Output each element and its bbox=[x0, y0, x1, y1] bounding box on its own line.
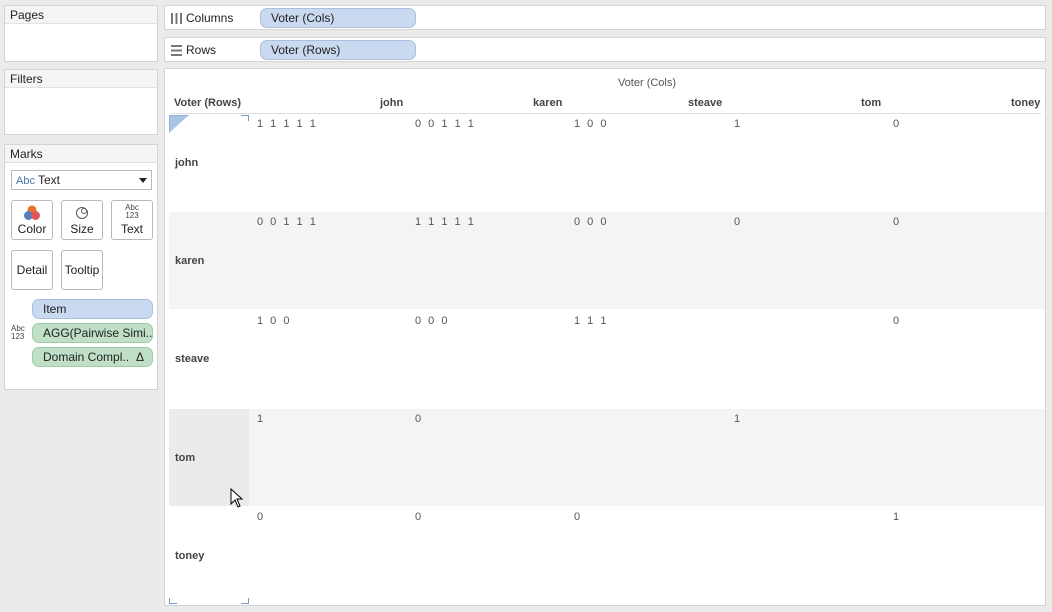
pairwise-similarity-card[interactable]: AGG(Pairwise Simi.. bbox=[32, 323, 153, 343]
row-label-john[interactable]: john bbox=[175, 157, 198, 169]
cell-karen-steave[interactable]: 0 0 0 bbox=[574, 216, 606, 228]
cell-toney-john[interactable]: 0 bbox=[257, 511, 263, 523]
cell-steave-john[interactable]: 1 0 0 bbox=[257, 315, 289, 327]
cell-john-karen[interactable]: 0 0 1 1 1 bbox=[415, 118, 474, 130]
cell-karen-karen[interactable]: 1 1 1 1 1 bbox=[415, 216, 474, 228]
color-button[interactable]: Color bbox=[11, 200, 53, 240]
tooltip-label: Tooltip bbox=[64, 263, 100, 277]
cell-john-steave[interactable]: 1 0 0 bbox=[574, 118, 606, 130]
cell-toney-toney[interactable]: 1 bbox=[893, 511, 899, 523]
columns-icon bbox=[171, 13, 182, 27]
selection-corner-br-icon bbox=[241, 598, 249, 604]
cell-karen-tom[interactable]: 0 bbox=[734, 216, 740, 228]
filters-title: Filters bbox=[5, 70, 157, 88]
detail-button[interactable]: Detail bbox=[11, 250, 53, 290]
color-label: Color bbox=[17, 222, 47, 236]
cell-toney-steave[interactable]: 0 bbox=[574, 511, 580, 523]
selection-corner-icon bbox=[169, 115, 189, 133]
voter-rows-pill[interactable]: Voter (Rows) bbox=[260, 40, 416, 60]
domain-complement-label: Domain Compl.. bbox=[43, 350, 130, 364]
crosstab-view[interactable]: Voter (Cols) Voter (Rows) john karen ste… bbox=[164, 68, 1046, 606]
cell-tom-tom[interactable]: 1 bbox=[734, 413, 740, 425]
cell-karen-john[interactable]: 0 0 1 1 1 bbox=[257, 216, 316, 228]
marks-panel: Marks Abc Text Color Size Abc 123 Text D… bbox=[4, 144, 158, 390]
cell-toney-karen[interactable]: 0 bbox=[415, 511, 421, 523]
detail-label: Detail bbox=[16, 263, 48, 277]
domain-complement-card[interactable]: Domain Compl.. Δ bbox=[32, 347, 153, 367]
size-icon bbox=[62, 205, 102, 221]
cell-steave-karen[interactable]: 0 0 0 bbox=[415, 315, 447, 327]
cell-karen-toney[interactable]: 0 bbox=[893, 216, 899, 228]
mark-type-value: Text bbox=[37, 173, 60, 187]
rows-label: Rows bbox=[186, 43, 217, 57]
selection-corner-tr-icon bbox=[241, 115, 249, 121]
row-label-toney[interactable]: toney bbox=[175, 550, 204, 562]
voter-cols-pill[interactable]: Voter (Cols) bbox=[260, 8, 416, 28]
column-header-karen: karen bbox=[533, 97, 563, 109]
rows-icon bbox=[171, 45, 182, 59]
column-header-toney: toney bbox=[1011, 97, 1041, 109]
cell-steave-steave[interactable]: 1 1 1 bbox=[574, 315, 606, 327]
text-mark-icon: Abc bbox=[16, 175, 35, 187]
mouse-cursor-icon bbox=[230, 488, 244, 508]
columns-label: Columns bbox=[186, 11, 234, 25]
pages-title: Pages bbox=[5, 6, 157, 24]
text-button[interactable]: Abc 123 Text bbox=[111, 200, 153, 240]
column-header-steave: steave bbox=[688, 97, 723, 109]
cell-john-tom[interactable]: 1 bbox=[734, 118, 740, 130]
cell-john-toney[interactable]: 0 bbox=[893, 118, 899, 130]
chevron-down-icon bbox=[139, 178, 147, 183]
column-group-title: Voter (Cols) bbox=[617, 77, 677, 89]
mark-type-dropdown[interactable]: Abc Text bbox=[11, 170, 152, 190]
cell-john-john[interactable]: 1 1 1 1 1 bbox=[257, 118, 316, 130]
delta-icon: Δ bbox=[135, 350, 144, 364]
row-label-karen[interactable]: karen bbox=[175, 255, 204, 267]
text-icon: Abc 123 bbox=[125, 203, 139, 220]
pages-panel[interactable]: Pages bbox=[4, 5, 158, 62]
columns-shelf[interactable]: Columns Voter (Cols) bbox=[164, 5, 1046, 30]
size-label: Size bbox=[70, 222, 94, 236]
selection-corner-bl-icon bbox=[169, 598, 177, 604]
tooltip-button[interactable]: Tooltip bbox=[61, 250, 103, 290]
row-band-tom bbox=[249, 409, 1045, 506]
row-label-steave[interactable]: steave bbox=[175, 353, 209, 365]
rows-shelf[interactable]: Rows Voter (Rows) bbox=[164, 37, 1046, 62]
item-card[interactable]: Item bbox=[32, 299, 153, 319]
row-label-tom[interactable]: tom bbox=[175, 452, 195, 464]
text-label: Text bbox=[120, 222, 143, 236]
cell-tom-john[interactable]: 1 bbox=[257, 413, 263, 425]
column-header-tom: tom bbox=[861, 97, 882, 109]
header-divider bbox=[171, 113, 1041, 114]
filters-panel[interactable]: Filters bbox=[4, 69, 158, 135]
size-button[interactable]: Size bbox=[61, 200, 103, 240]
marks-title: Marks bbox=[5, 145, 157, 163]
color-icon bbox=[12, 205, 52, 221]
cell-steave-toney[interactable]: 0 bbox=[893, 315, 899, 327]
text-encoding-icon: Abc 123 bbox=[11, 324, 25, 341]
cell-tom-karen[interactable]: 0 bbox=[415, 413, 421, 425]
row-header-title: Voter (Rows) bbox=[174, 97, 242, 109]
column-header-john: john bbox=[380, 97, 404, 109]
